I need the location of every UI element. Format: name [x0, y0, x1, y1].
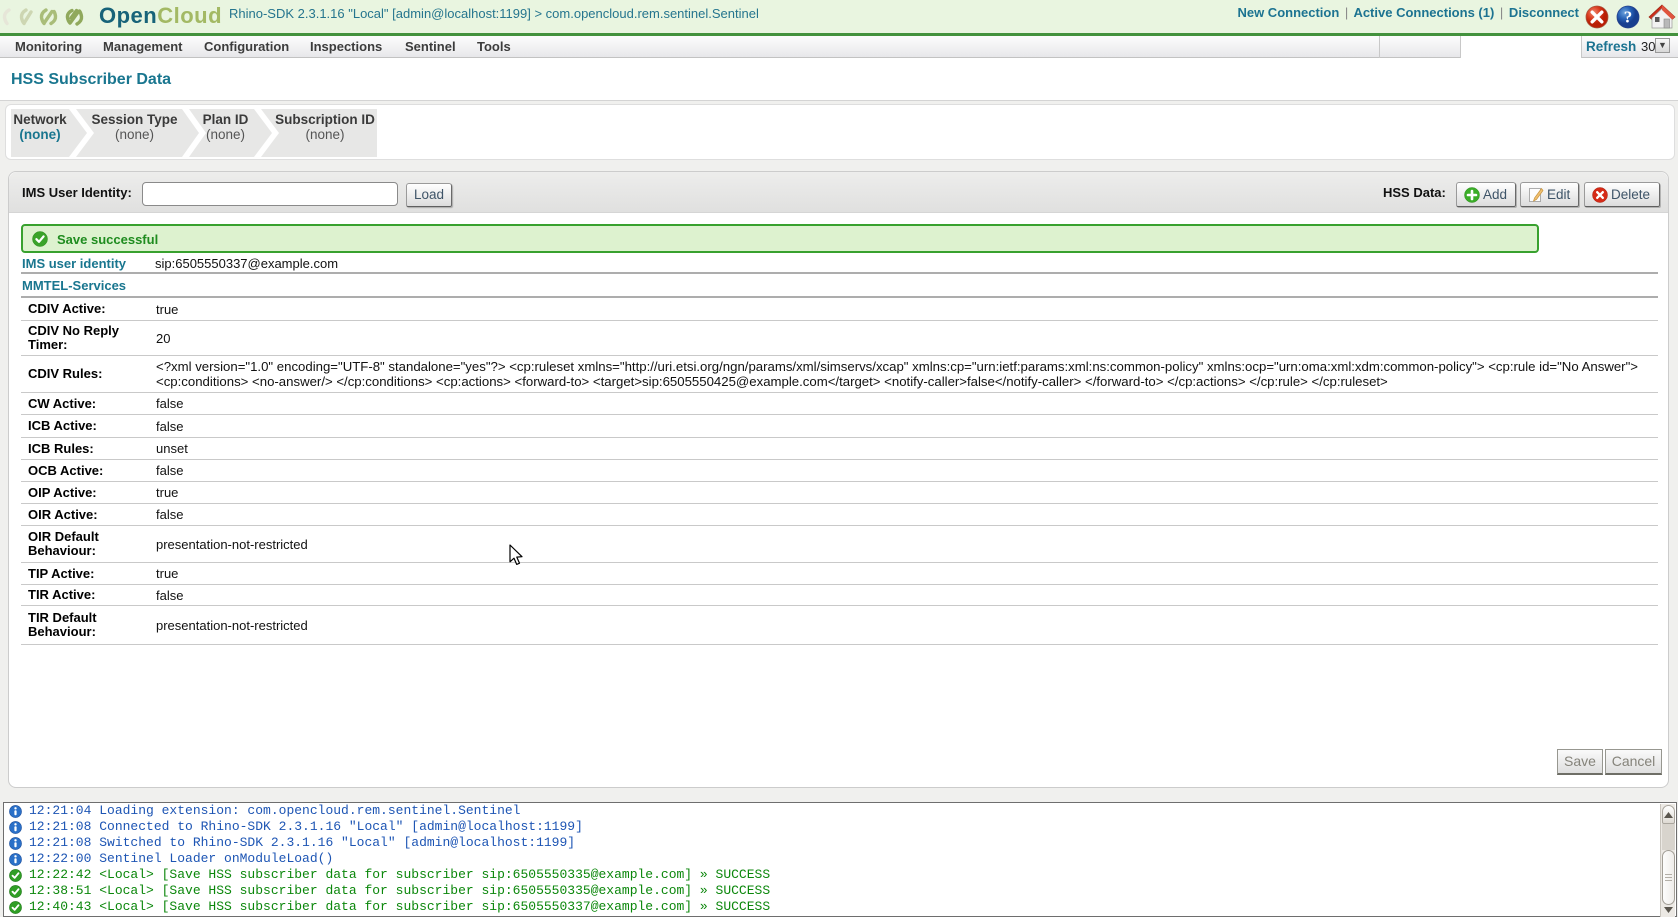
svg-text:?: ? — [1624, 8, 1633, 27]
